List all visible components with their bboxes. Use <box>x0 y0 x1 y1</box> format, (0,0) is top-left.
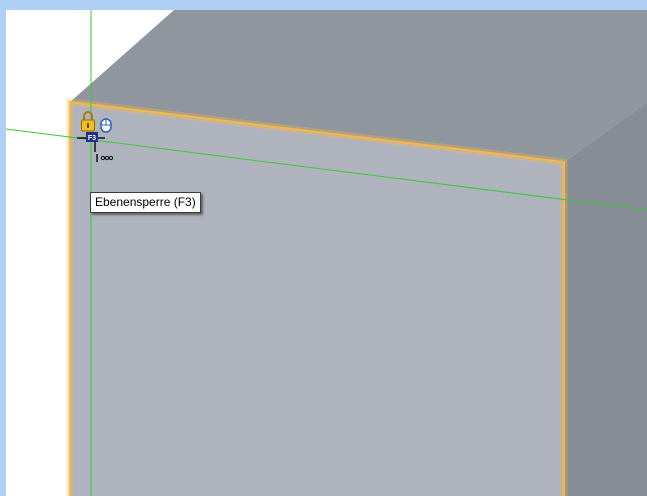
plane-lock-tooltip: Ebenensperre (F3) <box>90 192 201 213</box>
more-options-icon <box>96 154 114 162</box>
cursor-indicator: F3 <box>77 111 114 162</box>
f3-key-badge: F3 <box>77 132 105 152</box>
svg-text:F3: F3 <box>88 135 96 142</box>
front-face[interactable] <box>70 102 564 496</box>
lock-icon <box>81 111 95 132</box>
3d-viewport[interactable]: F3 Ebenensperre (F3) <box>6 10 647 496</box>
side-face[interactable] <box>564 102 647 496</box>
model-scene[interactable] <box>6 10 647 496</box>
mouse-icon <box>100 118 112 133</box>
